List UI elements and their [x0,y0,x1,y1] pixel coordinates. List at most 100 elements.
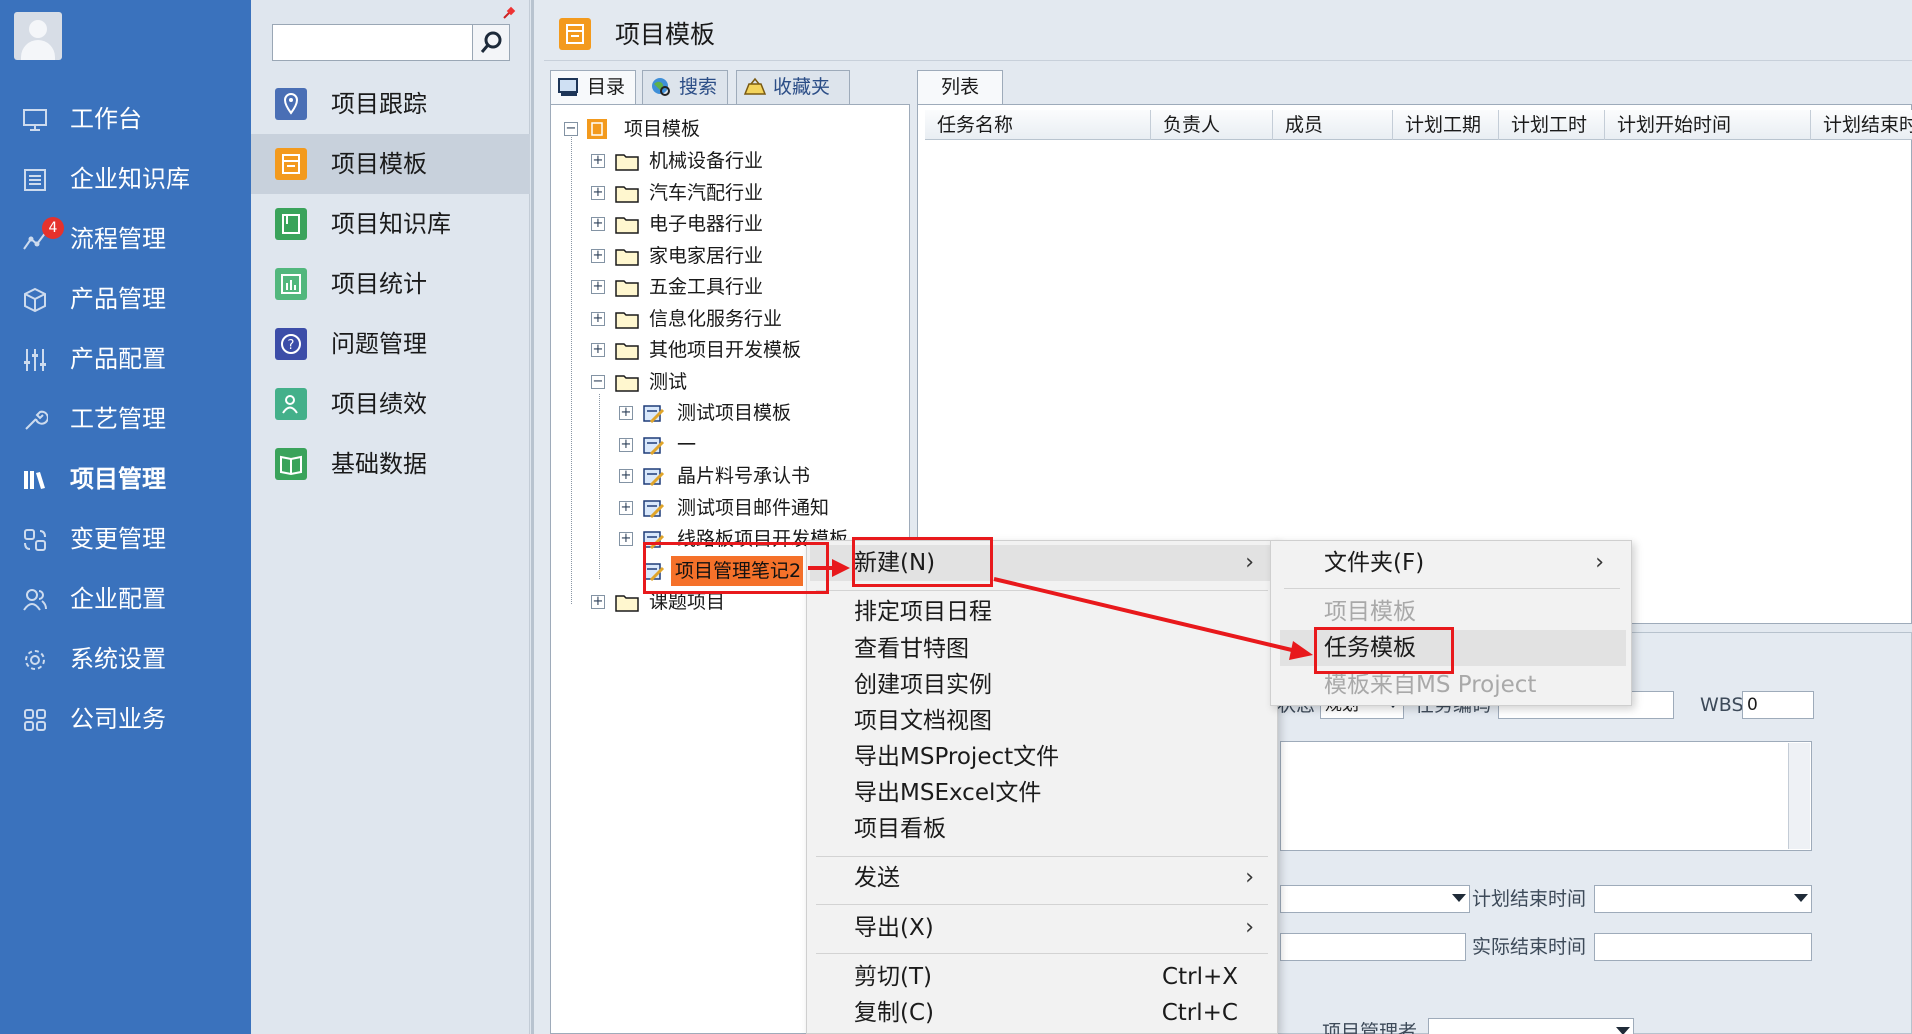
nav-item-craft[interactable]: 工艺管理 [0,393,251,445]
menu-item-send[interactable]: 发送 › [810,860,1276,896]
column-header[interactable]: 任务名称 [925,110,1151,140]
menu-shortcut: Ctrl+X [1162,964,1238,990]
project-template-icon [643,468,665,486]
tab-list[interactable]: 列表 [917,70,1003,104]
menu-item-export-msproject[interactable]: 导出MSProject文件 [810,739,1276,775]
menu-item-copy[interactable]: 复制(C) Ctrl+C [810,995,1276,1031]
menu-item-schedule[interactable]: 排定项目日程 [810,594,1276,630]
tree-label: 家电家居行业 [649,245,764,267]
menu-item-gantt[interactable]: 查看甘特图 [810,631,1276,667]
svg-text:?: ? [288,338,295,353]
menu-label: 项目看板 [854,816,946,842]
nav-item-enterprise-config[interactable]: 企业配置 [0,573,251,625]
nav-label: 系统设置 [70,645,166,673]
expand-icon[interactable]: + [619,501,633,515]
menu-item-export-msexcel[interactable]: 导出MSExcel文件 [810,775,1276,811]
subnav-item-issue-management[interactable]: ? 问题管理 [251,314,530,374]
nav-item-project-management[interactable]: 项目管理 [0,453,251,505]
nav-item-product-config[interactable]: 产品配置 [0,333,251,385]
expand-icon[interactable]: + [591,280,605,294]
column-header[interactable]: 成员 [1273,110,1393,140]
column-header[interactable]: 负责人 [1151,110,1273,140]
template-icon [275,148,307,180]
expand-icon[interactable]: + [591,186,605,200]
grid-header: 任务名称 负责人 成员 计划工期 计划工时 计划开始时间 计划结束时 [925,110,1912,140]
annotation-box-selected-node [643,542,829,594]
expand-icon[interactable]: + [619,406,633,420]
nav-item-workbench[interactable]: 工作台 [0,93,251,145]
menu-item-create-instance[interactable]: 创建项目实例 [810,667,1276,703]
scrollbar[interactable] [1788,743,1810,849]
folder-icon [615,280,639,297]
expand-icon[interactable]: + [591,249,605,263]
actual-start-field[interactable] [1280,933,1466,961]
plan-end-select[interactable] [1594,885,1812,913]
menu-label: 项目模板 [1324,599,1416,625]
column-header[interactable]: 计划结束时 [1811,110,1912,140]
manager-select[interactable] [1428,1018,1634,1034]
manager-label: 项目管理者 [1322,1021,1418,1034]
users-icon [23,589,47,611]
expand-icon[interactable]: + [591,595,605,609]
avatar[interactable] [14,12,62,60]
tree-guide [571,124,572,604]
menu-item-export[interactable]: 导出(X) › [810,910,1276,946]
nav-item-company-business[interactable]: 公司业务 [0,693,251,745]
chevron-right-icon: › [1245,550,1254,575]
folder-icon [615,375,639,392]
subnav-item-basic-data[interactable]: 基础数据 [251,434,530,494]
chart-icon [275,268,307,300]
books-icon [24,471,45,489]
subnav-item-project-statistics[interactable]: 项目统计 [251,254,530,314]
tab-favorites[interactable]: 收藏夹 [736,70,850,104]
search-icon [480,31,502,53]
divider [544,60,1912,61]
menu-label: 发送 [854,865,900,891]
column-header[interactable]: 计划工期 [1393,110,1499,140]
actual-end-field[interactable] [1594,933,1812,961]
expand-icon[interactable]: + [619,469,633,483]
expand-icon[interactable]: + [591,217,605,231]
menu-label: 排定项目日程 [854,599,992,625]
nav-item-knowledge-base[interactable]: 企业知识库 [0,153,251,205]
subnav-item-project-performance[interactable]: 项目绩效 [251,374,530,434]
subnav-item-project-tracking[interactable]: 项目跟踪 [251,74,530,134]
column-header[interactable]: 计划开始时间 [1605,110,1811,140]
expand-icon[interactable]: + [619,438,633,452]
chevron-right-icon: › [1245,915,1254,940]
template-icon [559,18,591,50]
search-button[interactable] [472,25,509,60]
wbs-field[interactable]: 0 [1742,691,1814,719]
tree-label: 测试项目模板 [677,402,792,424]
description-textarea[interactable] [1280,741,1812,851]
subnav-item-project-knowledge[interactable]: 项目知识库 [251,194,530,254]
tab-directory[interactable]: 目录 [550,70,636,104]
nav-item-system-settings[interactable]: 系统设置 [0,633,251,685]
pin-icon[interactable] [502,6,516,20]
menu-label: 项目文档视图 [854,708,992,734]
nav-item-process[interactable]: 4 流程管理 [0,213,251,265]
notification-badge: 4 [42,217,64,239]
plan-start-select[interactable] [1280,885,1470,913]
collapse-icon[interactable]: − [591,375,605,389]
tab-search[interactable]: 搜索 [642,70,728,104]
expand-icon[interactable]: + [591,154,605,168]
tree-label: 电子电器行业 [649,213,764,235]
menu-item-folder[interactable]: 文件夹(F) › [1280,545,1626,581]
expand-icon[interactable]: + [591,312,605,326]
menu-item-cut[interactable]: 剪切(T) Ctrl+X [810,959,1276,995]
sliders-icon [24,349,46,371]
subnav-label: 项目绩效 [331,390,427,418]
menu-separator [816,856,1268,857]
folder-icon [615,217,639,234]
menu-item-document-view[interactable]: 项目文档视图 [810,703,1276,739]
column-header[interactable]: 计划工时 [1499,110,1605,140]
collapse-icon[interactable]: − [564,122,578,136]
menu-item-kanban[interactable]: 项目看板 [810,811,1276,847]
subnav-item-project-template[interactable]: 项目模板 [251,134,530,194]
nav-item-change[interactable]: 变更管理 [0,513,251,565]
nav-item-product[interactable]: 产品管理 [0,273,251,325]
expand-icon[interactable]: + [591,343,605,357]
subnav-label: 基础数据 [331,450,427,478]
expand-icon[interactable]: + [619,532,633,546]
